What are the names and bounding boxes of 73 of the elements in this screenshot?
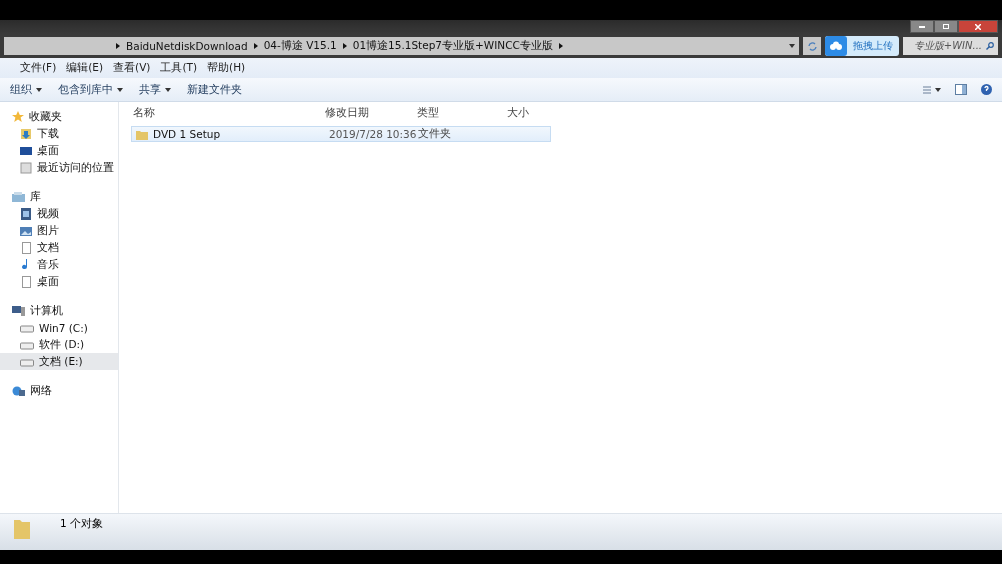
caret-icon	[789, 44, 795, 48]
sidebar-item[interactable]: 收藏夹	[0, 108, 118, 125]
sidebar-item[interactable]: 最近访问的位置	[0, 159, 118, 176]
modified-date: 2019/7/28 10:36	[329, 128, 418, 140]
sidebar-item[interactable]: 桌面	[0, 273, 118, 290]
minimize-button[interactable]	[910, 20, 934, 33]
folder-icon	[14, 517, 30, 539]
sidebar-item[interactable]: 文档	[0, 239, 118, 256]
desktop-icon	[20, 144, 32, 157]
breadcrumb[interactable]: BaiduNetdiskDownload	[126, 40, 248, 52]
view-list-icon[interactable]	[923, 85, 941, 94]
menu-item[interactable]: 工具(T)	[160, 61, 198, 75]
refresh-icon	[807, 41, 817, 51]
column-header[interactable]: 名称	[131, 105, 323, 120]
cloud-icon	[829, 41, 843, 51]
breadcrumb[interactable]: 04-博途 V15.1	[263, 39, 337, 53]
network-icon	[12, 384, 25, 397]
close-button[interactable]	[958, 20, 998, 33]
menu-item[interactable]: 查看(V)	[113, 61, 151, 75]
file-name: DVD 1 Setup	[153, 128, 221, 140]
star-icon	[12, 110, 24, 123]
toolbar-button[interactable]: 新建文件夹	[183, 79, 252, 100]
upload-popup[interactable]: 拖拽上传	[825, 36, 899, 56]
search-icon	[986, 42, 994, 50]
drive-icon	[20, 356, 34, 367]
toolbar-button[interactable]: 包含到库中	[54, 79, 133, 100]
recent-places-icon	[20, 161, 32, 174]
sidebar-item[interactable]: Win7 (C:)	[0, 319, 118, 336]
folder-icon	[136, 128, 148, 140]
sidebar-item[interactable]: 文档 (E:)	[0, 353, 118, 370]
sidebar-item[interactable]: 视频	[0, 205, 118, 222]
column-header[interactable]: 类型	[415, 105, 505, 120]
toolbar-button[interactable]: 组织	[6, 79, 52, 100]
sidebar-item[interactable]: 软件 (D:)	[0, 336, 118, 353]
address-bar[interactable]: BaiduNetdiskDownload 04-博途 V15.1 01博途15.1Step7专业版+WINCC专业版	[4, 37, 799, 55]
picture-icon	[20, 224, 32, 237]
menu-item[interactable]: 文件(F)	[20, 61, 57, 75]
maximize-icon	[943, 24, 949, 29]
help-icon[interactable]	[981, 84, 992, 95]
sidebar-item[interactable]: 音乐	[0, 256, 118, 273]
toolbar-button[interactable]: 共享	[135, 79, 181, 100]
column-header[interactable]: 大小	[505, 105, 529, 120]
computer-icon	[12, 304, 25, 317]
sidebar-item[interactable]: 库	[0, 188, 118, 205]
sidebar-item[interactable]: 网络	[0, 382, 118, 399]
library-icon	[12, 190, 25, 203]
document-icon	[20, 241, 32, 254]
drive-icon	[20, 322, 34, 333]
folder-download-icon	[20, 127, 32, 140]
sidebar-item[interactable]: 下载	[0, 125, 118, 142]
minimize-icon	[919, 25, 925, 28]
sidebar-item[interactable]: 计算机	[0, 302, 118, 319]
sidebar-item[interactable]: 图片	[0, 222, 118, 239]
breadcrumb-arrow-icon[interactable]	[558, 43, 563, 49]
video-icon	[20, 207, 32, 220]
menu-item[interactable]: 帮助(H)	[207, 61, 246, 75]
close-icon	[975, 23, 981, 30]
upload-label: 拖拽上传	[853, 39, 893, 53]
document-icon	[20, 275, 32, 288]
menu-item[interactable]: 编辑(E)	[66, 61, 104, 75]
breadcrumb-arrow-icon[interactable]	[116, 43, 120, 49]
drive-icon	[20, 339, 34, 350]
file-type: 文件夹	[418, 127, 451, 141]
breadcrumb[interactable]: 01博途15.1Step7专业版+WINCC专业版	[352, 39, 553, 53]
preview-pane-icon[interactable]	[955, 84, 967, 95]
search-field[interactable]: 专业版+WIN...	[903, 37, 998, 55]
breadcrumb-arrow-icon[interactable]	[342, 43, 347, 49]
maximize-button[interactable]	[934, 20, 958, 33]
file-row[interactable]: DVD 1 Setup 2019/7/28 10:36文件夹	[131, 126, 551, 142]
breadcrumb-arrow-icon[interactable]	[253, 43, 258, 49]
column-header[interactable]: 修改日期	[323, 105, 415, 120]
status-text: 1 个对象	[60, 517, 104, 531]
sidebar-item[interactable]: 桌面	[0, 142, 118, 159]
